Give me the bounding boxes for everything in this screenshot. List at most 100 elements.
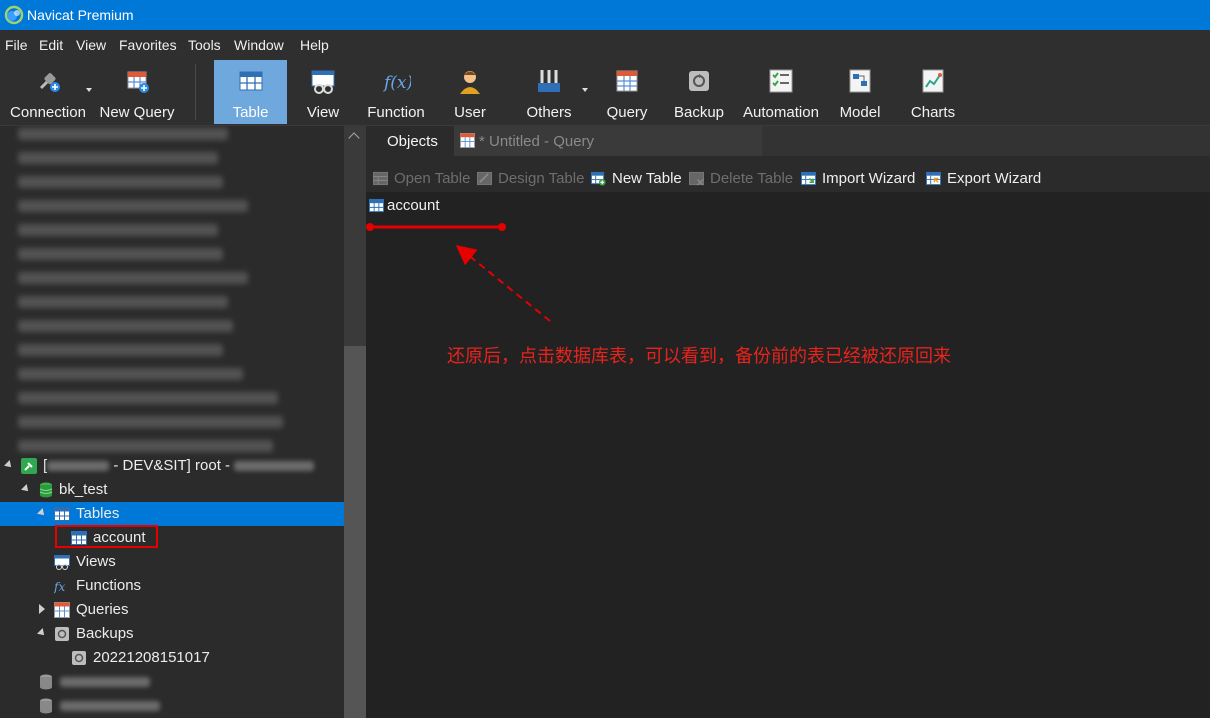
scrollbar-thumb[interactable] — [344, 346, 366, 718]
backup-file-icon — [72, 651, 86, 665]
menu-edit[interactable]: Edit — [39, 37, 63, 53]
menu-view[interactable]: View — [76, 37, 106, 53]
query-button[interactable]: Query — [598, 60, 656, 124]
views-label: Views — [76, 553, 116, 570]
table-button[interactable]: Table — [214, 60, 287, 124]
tree-tables[interactable]: Tables — [0, 502, 344, 526]
import-wizard-button[interactable]: Import Wizard — [801, 169, 921, 189]
navicat-logo-icon — [4, 5, 24, 25]
connection-button[interactable]: Connection — [6, 60, 90, 124]
query-icon — [616, 70, 638, 92]
menu-help[interactable]: Help — [300, 37, 329, 53]
view-button[interactable]: View — [290, 60, 356, 124]
tab-objects[interactable]: Objects — [366, 126, 454, 156]
tree-views[interactable]: Views — [0, 550, 344, 574]
backup-item-label: 20221208151017 — [93, 649, 210, 666]
toolbar-separator — [195, 64, 196, 120]
new-table-button[interactable]: New Table — [591, 169, 683, 189]
tree-functions[interactable]: fx Functions — [0, 574, 344, 598]
expand-arrow-icon[interactable] — [4, 460, 14, 470]
design-table-icon — [477, 171, 492, 186]
redacted-item[interactable] — [18, 248, 223, 260]
objects-list[interactable]: account — [366, 192, 1210, 718]
annotation-highlight-box — [55, 525, 158, 548]
new-query-icon — [127, 71, 149, 93]
redacted-label — [60, 701, 160, 711]
user-button[interactable]: User — [442, 60, 498, 124]
views-icon — [54, 555, 70, 570]
connection-dropdown-caret-icon[interactable] — [86, 88, 92, 92]
charts-button[interactable]: Charts — [905, 60, 961, 124]
table-icon — [239, 71, 262, 91]
expand-arrow-icon[interactable] — [21, 484, 31, 494]
database-icon — [39, 482, 53, 498]
tables-label: Tables — [76, 505, 120, 522]
design-table-button[interactable]: Design Table — [477, 169, 589, 189]
menu-window[interactable]: Window — [234, 37, 284, 53]
redacted-item[interactable] — [18, 200, 248, 212]
open-table-icon — [373, 171, 388, 186]
model-button[interactable]: Model — [832, 60, 888, 124]
backup-button[interactable]: Backup — [669, 60, 729, 124]
automation-button[interactable]: Automation — [738, 60, 824, 124]
view-icon — [311, 70, 335, 94]
redacted-item[interactable] — [18, 320, 233, 332]
redacted-item[interactable] — [18, 416, 283, 428]
functions-label: Functions — [76, 577, 142, 594]
table-icon — [369, 198, 384, 213]
tables-icon — [54, 507, 70, 521]
tree-table-account[interactable]: account — [0, 526, 344, 550]
tree-backup-item[interactable]: 20221208151017 — [0, 646, 344, 670]
backup-icon — [55, 627, 69, 641]
scroll-up-icon[interactable] — [348, 132, 360, 144]
function-icon: fx — [54, 580, 65, 594]
new-query-button[interactable]: New Query — [96, 60, 178, 124]
title-bar: Navicat Premium — [0, 0, 1210, 30]
redacted-item[interactable] — [18, 440, 273, 452]
queries-label: Queries — [76, 601, 129, 618]
export-wizard-icon — [926, 171, 941, 186]
annotation-text: 还原后，点击数据库表，可以看到，备份前的表已经被还原回来 — [447, 346, 951, 367]
redacted-item[interactable] — [18, 392, 278, 404]
redacted-item[interactable] — [18, 296, 228, 308]
tree-database-redacted[interactable] — [0, 670, 344, 694]
redacted-item[interactable] — [18, 272, 248, 284]
queries-icon — [54, 602, 70, 618]
menu-file[interactable]: File — [5, 37, 28, 53]
tree-database[interactable]: bk_test — [0, 478, 344, 502]
import-wizard-icon — [801, 171, 816, 186]
others-button[interactable]: Others — [520, 60, 578, 124]
redacted-item[interactable] — [18, 368, 243, 380]
delete-table-button[interactable]: Delete Table — [689, 169, 797, 189]
new-table-icon — [591, 171, 606, 186]
connection-icon — [21, 458, 37, 474]
tree-queries[interactable]: Queries — [0, 598, 344, 622]
export-wizard-button[interactable]: Export Wizard — [926, 169, 1044, 189]
backups-label: Backups — [76, 625, 134, 642]
database-label: bk_test — [59, 481, 108, 498]
redacted-item[interactable] — [18, 176, 223, 188]
redacted-item[interactable] — [18, 152, 218, 164]
collapse-arrow-icon[interactable] — [39, 604, 45, 614]
function-button[interactable]: f(x) Function — [360, 60, 432, 124]
open-table-button[interactable]: Open Table — [373, 169, 473, 189]
database-icon — [40, 674, 52, 690]
tab-untitled-query[interactable]: * Untitled - Query — [454, 126, 762, 156]
redacted-item[interactable] — [18, 344, 223, 356]
redacted-item[interactable] — [18, 128, 228, 140]
tree-connection[interactable]: [ - DEV&SIT] root - — [0, 454, 344, 478]
navigation-pane[interactable]: [ - DEV&SIT] root - bk_test Tables accou… — [0, 126, 344, 718]
main-toolbar: Connection New Query Table View f(x) Fun… — [0, 58, 1210, 126]
menu-favorites[interactable]: Favorites — [119, 37, 177, 53]
expand-arrow-icon[interactable] — [37, 628, 47, 638]
function-icon: f(x) — [382, 73, 411, 93]
expand-arrow-icon[interactable] — [37, 508, 47, 518]
redacted-item[interactable] — [18, 224, 218, 236]
others-dropdown-caret-icon[interactable] — [582, 88, 588, 92]
navigation-scrollbar[interactable] — [344, 126, 366, 718]
tree-backups[interactable]: Backups — [0, 622, 344, 646]
svg-text:f(x): f(x) — [382, 73, 411, 93]
menu-tools[interactable]: Tools — [188, 37, 221, 53]
tree-database-redacted[interactable] — [0, 694, 344, 718]
plug-icon — [39, 73, 60, 92]
